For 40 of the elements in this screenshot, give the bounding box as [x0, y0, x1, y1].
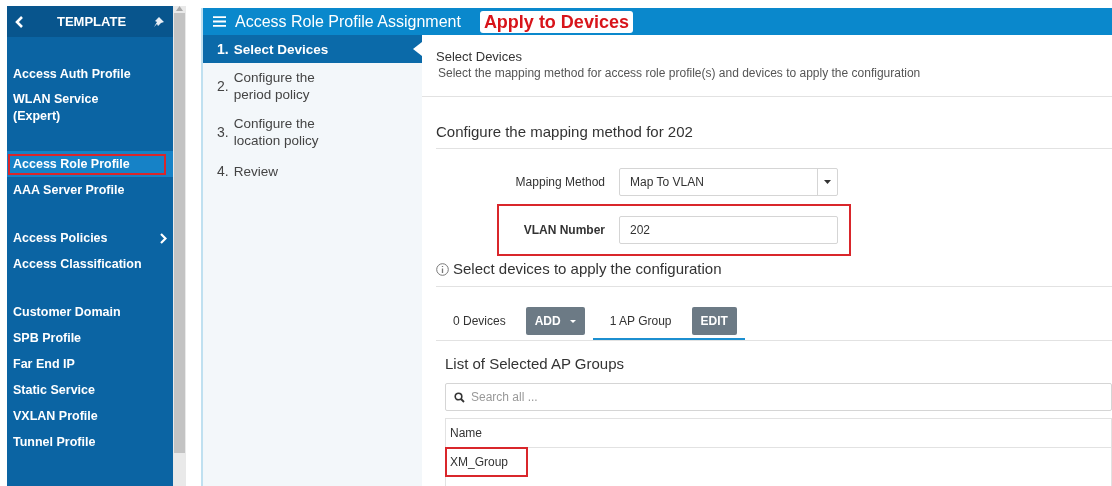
info-icon: [436, 262, 449, 276]
mapping-method-select[interactable]: Map To VLAN: [619, 168, 838, 196]
sidebar-item[interactable]: Tunnel Profile: [13, 433, 167, 451]
wizard-step[interactable]: 4. Review: [203, 155, 422, 188]
field-label: VLAN Number: [522, 222, 606, 239]
sidebar-item[interactable]: AAA Server Profile: [13, 181, 167, 199]
sidebar-item[interactable]: WLAN Service (Expert): [13, 91, 167, 125]
devices-heading: Select devices to apply the configuration: [453, 259, 722, 279]
sidebar-item[interactable]: Access Policies: [13, 229, 167, 247]
tab[interactable]: 0 Devices ADD: [436, 304, 593, 340]
pin-icon[interactable]: [153, 15, 165, 28]
sidebar-item[interactable]: Static Service: [13, 381, 167, 399]
sidebar-item[interactable]: SPB Profile: [13, 329, 167, 347]
caret-icon: [569, 319, 576, 323]
search-field[interactable]: Search all ...: [445, 382, 1112, 411]
sidebar-title: TEMPLATE: [57, 12, 127, 31]
table-cell: XM_Group: [447, 448, 527, 475]
sidebar-item[interactable]: Access Auth Profile: [13, 65, 167, 83]
wizard-step[interactable]: 1. Select Devices: [203, 35, 422, 63]
edit-button[interactable]: EDIT: [691, 307, 737, 335]
section-heading: Select Devices: [436, 49, 523, 65]
sidebar-item[interactable]: Customer Domain: [13, 303, 167, 321]
section-description: Select the mapping method for access role profile(s) and devices to apply the configuration: [437, 65, 922, 82]
mapping-heading: Configure the mapping method for 202: [436, 122, 694, 142]
page-title: Access Role Profile Assignment: [235, 11, 461, 32]
sidebar-item[interactable]: Far End IP: [13, 355, 167, 373]
scrollbar-thumb[interactable]: [174, 13, 185, 453]
add-dropdown-button[interactable]: ADD: [525, 307, 585, 335]
tab[interactable]: 1 AP Group EDIT: [592, 304, 745, 340]
annotation-label: Apply to Devices: [479, 10, 633, 33]
search-icon: [454, 391, 465, 403]
sidebar-item[interactable]: VXLAN Profile: [13, 407, 167, 425]
menu-icon[interactable]: [213, 16, 226, 27]
column-header[interactable]: Name: [450, 423, 482, 442]
vlan-number-field[interactable]: 202: [619, 216, 838, 244]
sidebar-item[interactable]: Access Classification: [13, 255, 167, 273]
list-heading: List of Selected AP Groups: [445, 353, 625, 374]
field-label: Mapping Method: [514, 174, 606, 191]
back-chevron-icon[interactable]: [15, 15, 24, 28]
caret-icon: [824, 180, 831, 184]
